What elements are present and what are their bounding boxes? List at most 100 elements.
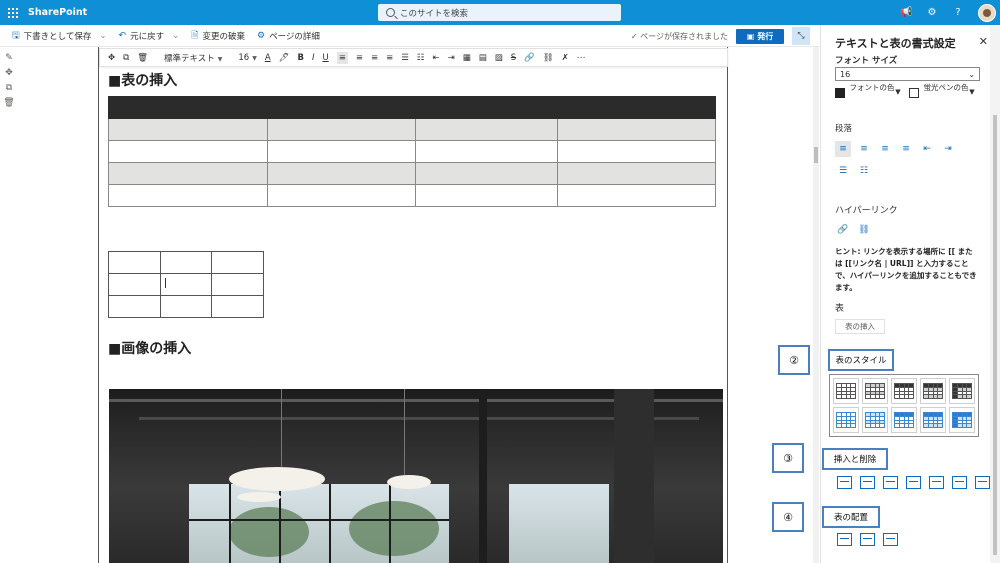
chevron-down-icon[interactable]: ⌄ [172,31,179,41]
bold-icon[interactable]: B [297,53,303,63]
table-cell[interactable] [159,251,213,274]
collapse-icon[interactable]: ⤡ [792,27,810,45]
table-cell[interactable] [211,273,264,296]
duplicate-icon[interactable]: ⧉ [6,83,12,93]
strikethrough-icon[interactable]: S [511,53,516,63]
table-style-option[interactable] [920,407,946,433]
highlight-color-swatch[interactable] [909,88,919,98]
avatar[interactable] [978,3,996,22]
discard-button[interactable]: 🗎 変更の破棄 [191,28,245,44]
table-style-option[interactable] [949,407,975,433]
table-cell[interactable] [211,295,264,318]
publish-button[interactable]: ▣ 発行 [736,28,784,44]
delete-table-icon[interactable] [975,476,990,489]
table-cell[interactable] [108,184,268,207]
plain-table[interactable] [108,251,264,318]
brand-name[interactable]: SharePoint [28,7,87,18]
chevron-down-icon[interactable]: ⌄ [99,31,106,41]
delete-icon[interactable]: 🗑 [3,98,14,108]
heading-table[interactable]: ■表の挿入 [108,70,177,90]
table-cell[interactable] [415,140,558,163]
table-cell[interactable] [108,251,161,274]
table-style-option[interactable] [920,378,946,404]
image-icon[interactable]: ▨ [495,53,503,63]
highlight-icon[interactable]: 🖊 [279,53,290,63]
move-icon[interactable]: ✥ [5,68,13,78]
chevron-down-icon[interactable]: ▼ [893,87,903,97]
table-cell[interactable] [557,140,716,163]
move-icon[interactable]: ✥ [108,53,115,63]
table-cell[interactable] [211,251,264,274]
table-style-option[interactable] [862,407,888,433]
chevron-down-icon[interactable]: ▼ [967,87,977,97]
font-color-icon[interactable]: A [265,53,271,63]
link-icon[interactable]: 🔗 [524,53,535,63]
delete-column-icon[interactable] [952,476,967,489]
more-icon[interactable]: ⋯ [577,53,586,63]
table-cell[interactable] [267,162,416,185]
indent-icon[interactable]: ⇥ [448,53,455,63]
delete-row-icon[interactable] [929,476,944,489]
insert-column-left-icon[interactable] [883,476,898,489]
table-cell[interactable] [267,140,416,163]
duplicate-icon[interactable]: ⧉ [123,53,129,63]
table-align-center-icon[interactable] [860,533,875,546]
table-cell[interactable] [159,295,213,318]
underline-icon[interactable]: U [322,53,328,63]
font-size-select[interactable]: 16 ⌄ [835,67,980,81]
table-cell[interactable] [108,140,268,163]
styled-table[interactable] [108,96,716,207]
link-icon[interactable]: 🔗 [835,222,851,238]
table-cell[interactable] [108,162,268,185]
italic-icon[interactable]: I [312,53,315,63]
insert-row-below-icon[interactable] [860,476,875,489]
insert-row-above-icon[interactable] [837,476,852,489]
edit-section-icon[interactable]: ✎ [5,53,13,63]
table-align-left-icon[interactable] [837,533,852,546]
table-cell[interactable] [108,295,161,318]
outdent-icon[interactable]: ⇤ [432,53,439,63]
table-cell[interactable] [557,162,716,185]
table-cell[interactable] [108,273,161,296]
unlink-icon[interactable]: ⛓ [856,222,872,238]
table-cell[interactable] [267,118,416,141]
office-photo[interactable] [109,389,723,563]
table-style-option[interactable] [862,378,888,404]
search-box[interactable]: このサイトを検索 [378,4,621,21]
table-cell-active[interactable] [159,273,213,296]
numbered-list-icon[interactable]: ☷ [417,53,425,63]
clear-format-icon[interactable]: ✗ [562,53,569,63]
table-cell[interactable] [267,184,416,207]
justify-icon[interactable]: ≡ [898,141,914,157]
bullet-list-icon[interactable]: ☰ [835,163,851,179]
app-launcher-icon[interactable] [2,0,24,25]
align-center-icon[interactable]: ≡ [856,141,872,157]
megaphone-icon[interactable]: 📢 [900,7,912,18]
justify-icon[interactable]: ≡ [386,53,393,63]
table-style-option[interactable] [949,378,975,404]
table-style-option[interactable] [833,407,859,433]
numbered-list-icon[interactable]: ☷ [856,163,872,179]
outdent-icon[interactable]: ⇤ [919,141,935,157]
table-icon[interactable]: ▦ [463,53,471,63]
heading-image[interactable]: ■画像の挿入 [108,338,191,358]
page-details-button[interactable]: ⚙ ページの詳細 [257,30,320,42]
table-cell[interactable] [108,96,716,119]
table-cell[interactable] [108,118,268,141]
table-cell[interactable] [557,118,716,141]
table-style-option[interactable] [833,378,859,404]
close-icon[interactable]: ✕ [979,35,988,48]
canvas-scrollbar[interactable] [813,47,819,563]
size-dropdown[interactable]: 16 ▼ [230,53,256,63]
align-center-icon[interactable]: ≡ [356,53,363,63]
align-right-icon[interactable]: ≡ [877,141,893,157]
help-icon[interactable]: ? [952,7,964,18]
align-left-icon[interactable]: ≡ [336,51,348,64]
undo-button[interactable]: ↶ 元に戻す ⌄ [119,30,180,42]
table-cell[interactable] [415,162,558,185]
insert-table-button[interactable]: 表の挿入 [835,319,885,334]
style-dropdown[interactable]: 標準テキスト ▼ [156,52,222,64]
panel-scrollbar[interactable] [990,25,1000,563]
table-cell[interactable] [415,184,558,207]
gear-icon[interactable]: ⚙ [926,7,938,18]
